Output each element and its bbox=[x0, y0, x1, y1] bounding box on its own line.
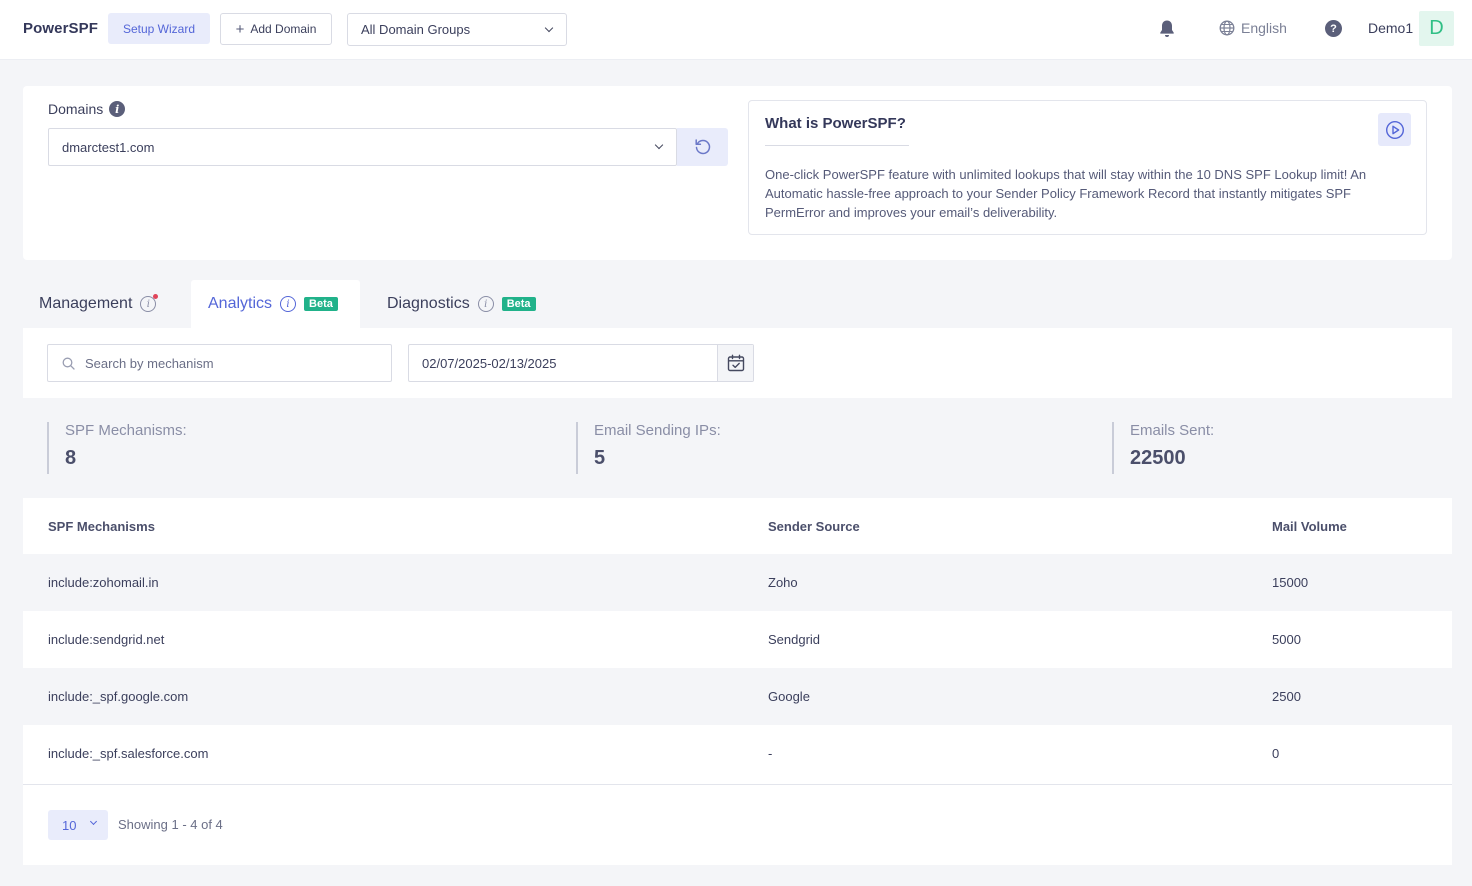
search-icon bbox=[62, 357, 75, 370]
tab-management[interactable]: Management i bbox=[23, 280, 183, 328]
domain-select-value: dmarctest1.com bbox=[62, 139, 155, 155]
cell-mail-volume: 0 bbox=[1272, 746, 1280, 761]
setup-wizard-button[interactable]: Setup Wizard bbox=[108, 13, 210, 44]
notification-dot bbox=[153, 294, 159, 299]
tab-label: Management bbox=[39, 295, 133, 312]
what-is-powerspf-box: What is PowerSPF? One-click PowerSPF fea… bbox=[748, 100, 1427, 235]
table-row[interactable]: include:_spf.salesforce.com - 0 bbox=[23, 725, 1452, 782]
domain-group-select[interactable]: All Domain Groups bbox=[347, 13, 567, 46]
cell-mechanism: include:sendgrid.net bbox=[48, 632, 165, 647]
domains-label-text: Domains bbox=[48, 101, 104, 117]
help-icon[interactable]: ? bbox=[1325, 20, 1342, 37]
add-domain-button[interactable]: + Add Domain bbox=[220, 13, 332, 45]
cell-sender-source: - bbox=[768, 746, 773, 761]
divider bbox=[23, 784, 1452, 785]
refresh-icon bbox=[694, 139, 710, 155]
add-domain-label: Add Domain bbox=[250, 22, 317, 36]
table-header: SPF Mechanisms Sender Source Mail Volume bbox=[23, 498, 1452, 554]
tab-diagnostics[interactable]: Diagnostics i Beta bbox=[370, 280, 550, 328]
globe-icon bbox=[1219, 20, 1235, 36]
cell-mail-volume: 15000 bbox=[1272, 575, 1309, 590]
domain-group-value: All Domain Groups bbox=[361, 22, 471, 37]
avatar[interactable]: D bbox=[1419, 11, 1454, 46]
page-size-value: 10 bbox=[62, 817, 77, 833]
tab-label: Diagnostics bbox=[387, 295, 470, 312]
cell-mechanism: include:_spf.google.com bbox=[48, 689, 189, 704]
language-label: English bbox=[1241, 20, 1287, 36]
cell-sender-source: Sendgrid bbox=[768, 632, 821, 647]
chevron-down-icon bbox=[544, 23, 554, 33]
table-row[interactable]: include:zohomail.in Zoho 15000 bbox=[23, 554, 1452, 611]
table-row[interactable]: include:sendgrid.net Sendgrid 5000 bbox=[23, 611, 1452, 668]
language-selector[interactable]: English bbox=[1219, 20, 1287, 36]
calendar-button[interactable] bbox=[717, 345, 753, 381]
title-underline bbox=[765, 145, 909, 146]
stat-spf-mechanisms: SPF Mechanisms: 8 bbox=[47, 422, 187, 474]
domain-select[interactable]: dmarctest1.com bbox=[48, 128, 677, 166]
what-is-description: One-click PowerSPF feature with unlimite… bbox=[765, 167, 1367, 220]
stat-emails-sent: Emails Sent: 22500 bbox=[1112, 422, 1214, 474]
page-size-select[interactable]: 10 bbox=[48, 810, 108, 840]
bell-icon[interactable] bbox=[1158, 19, 1176, 39]
stat-label: Email Sending IPs: bbox=[594, 422, 721, 439]
calendar-icon bbox=[727, 354, 744, 372]
date-range-value: 02/07/2025-02/13/2025 bbox=[422, 355, 557, 371]
play-video-button[interactable] bbox=[1378, 113, 1411, 146]
refresh-button[interactable] bbox=[677, 128, 728, 166]
cell-sender-source: Google bbox=[768, 689, 810, 704]
chevron-down-icon bbox=[89, 817, 98, 826]
plus-icon: + bbox=[235, 20, 245, 38]
stats-summary: SPF Mechanisms: 8 Email Sending IPs: 5 E… bbox=[23, 398, 1452, 498]
cell-mail-volume: 5000 bbox=[1272, 632, 1301, 647]
chevron-down-icon bbox=[654, 140, 664, 150]
cell-mechanism: include:zohomail.in bbox=[48, 575, 159, 590]
tab-label: Analytics bbox=[208, 295, 273, 312]
stat-value: 22500 bbox=[1130, 447, 1186, 469]
cell-sender-source: Zoho bbox=[768, 575, 798, 590]
mechanism-search[interactable] bbox=[47, 344, 392, 382]
search-input[interactable] bbox=[85, 355, 365, 371]
domain-card: Domains i dmarctest1.com What is PowerSP… bbox=[23, 86, 1452, 260]
beta-badge: Beta bbox=[501, 297, 536, 311]
info-icon[interactable]: i bbox=[280, 296, 297, 312]
stat-value: 8 bbox=[65, 447, 77, 469]
cell-mechanism: include:_spf.salesforce.com bbox=[48, 746, 209, 761]
pagination-summary: Showing 1 - 4 of 4 bbox=[118, 817, 223, 832]
play-icon bbox=[1385, 120, 1404, 139]
stat-label: Emails Sent: bbox=[1130, 422, 1215, 439]
username[interactable]: Demo1 bbox=[1368, 20, 1413, 36]
beta-badge: Beta bbox=[304, 297, 338, 311]
info-icon[interactable]: i bbox=[477, 296, 494, 312]
domains-label: Domains i bbox=[48, 101, 126, 117]
column-header-mechanism[interactable]: SPF Mechanisms bbox=[48, 519, 155, 534]
date-range-field[interactable]: 02/07/2025-02/13/2025 bbox=[408, 344, 754, 382]
tab-analytics[interactable]: Analytics i Beta bbox=[191, 280, 360, 328]
what-is-title: What is PowerSPF? bbox=[765, 115, 906, 132]
stat-label: SPF Mechanisms: bbox=[65, 422, 187, 439]
stat-email-sending-ips: Email Sending IPs: 5 bbox=[576, 422, 721, 474]
analytics-panel: 02/07/2025-02/13/2025 SPF Mechanisms: 8 … bbox=[23, 328, 1452, 865]
cell-mail-volume: 2500 bbox=[1272, 689, 1301, 704]
brand-logo[interactable]: PowerSPF bbox=[23, 20, 98, 37]
table-row[interactable]: include:_spf.google.com Google 2500 bbox=[23, 668, 1452, 725]
column-header-mail-volume[interactable]: Mail Volume bbox=[1272, 519, 1347, 534]
info-icon[interactable]: i bbox=[140, 294, 159, 312]
info-icon[interactable]: i bbox=[109, 101, 126, 117]
stat-value: 5 bbox=[594, 447, 606, 469]
column-header-sender-source[interactable]: Sender Source bbox=[768, 519, 860, 534]
top-bar: PowerSPF Setup Wizard + Add Domain All D… bbox=[0, 0, 1472, 60]
